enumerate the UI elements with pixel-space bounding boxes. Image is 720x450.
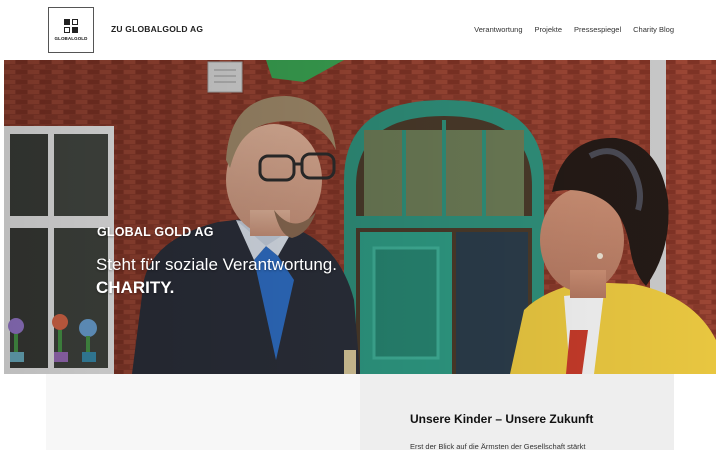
- hero-overlay: [4, 60, 716, 374]
- hero-company-name: GLOBAL GOLD AG: [97, 225, 214, 239]
- nav-item-verantwortung[interactable]: Verantwortung: [474, 25, 522, 34]
- site-logo[interactable]: GLOBALGOLD: [48, 7, 94, 53]
- hero-banner: GLOBAL GOLD AG Steht für soziale Verantw…: [4, 60, 716, 374]
- hero-charity-highlight: CHARITY.: [96, 278, 175, 297]
- nav-item-charity-blog[interactable]: Charity Blog: [633, 25, 674, 34]
- section-title: Unsere Kinder – Unsere Zukunft: [410, 412, 594, 426]
- hero-tagline: Steht für soziale Verantwortung.: [96, 255, 337, 274]
- content-panel-left: [46, 374, 360, 450]
- site-header: GLOBALGOLD ZU GLOBALGOLD AG Verantwortun…: [0, 0, 720, 60]
- brand-link[interactable]: ZU GLOBALGOLD AG: [111, 24, 203, 34]
- section-text: Erst der Blick auf die Ärmsten der Gesel…: [410, 442, 586, 450]
- nav-item-pressespiegel[interactable]: Pressespiegel: [574, 25, 621, 34]
- main-nav: Verantwortung Projekte Pressespiegel Cha…: [474, 25, 674, 34]
- logo-mark-icon: [64, 19, 78, 33]
- logo-text: GLOBALGOLD: [54, 36, 88, 41]
- nav-item-projekte[interactable]: Projekte: [535, 25, 563, 34]
